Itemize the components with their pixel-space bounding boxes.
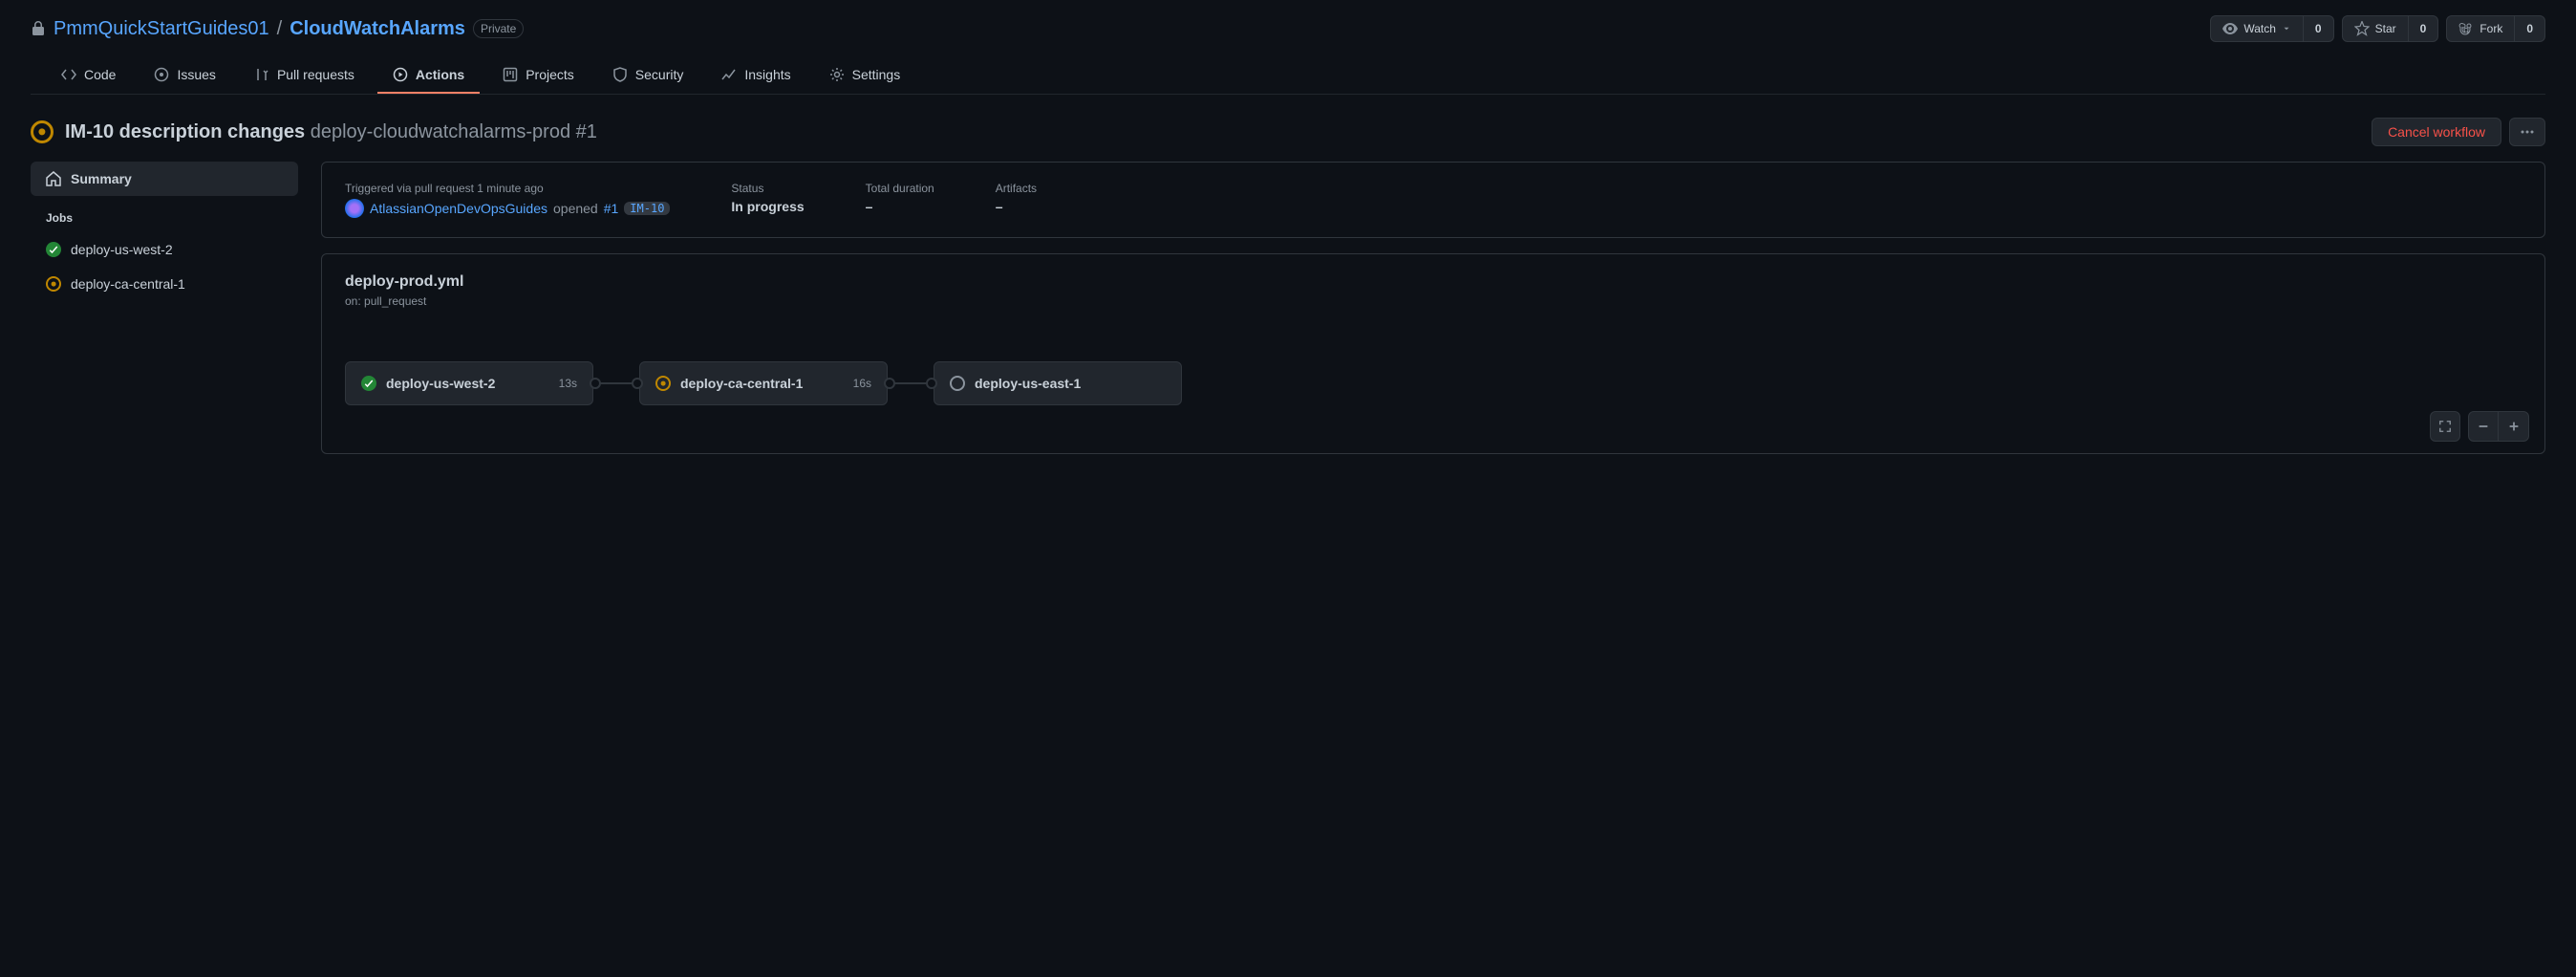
actor-avatar[interactable]	[345, 199, 364, 218]
run-summary-card: Triggered via pull request 1 minute ago …	[321, 162, 2545, 238]
run-sidebar: Summary Jobs deploy-us-west-2 deploy-ca-…	[31, 162, 298, 454]
pr-number-link[interactable]: #1	[604, 201, 619, 216]
duration-label: Total duration	[866, 182, 934, 195]
graph-job-name: deploy-us-west-2	[386, 376, 549, 391]
status-value: In progress	[731, 199, 804, 214]
workflow-on: on: pull_request	[345, 294, 2522, 308]
tab-pulls-label: Pull requests	[277, 67, 354, 82]
tab-security-label: Security	[635, 67, 684, 82]
tab-pulls[interactable]: Pull requests	[239, 57, 370, 94]
tab-projects[interactable]: Projects	[487, 57, 590, 94]
watch-count[interactable]: 0	[2304, 15, 2334, 42]
graph-connector	[593, 382, 639, 384]
graph-connector	[888, 382, 934, 384]
opened-word: opened	[553, 201, 598, 216]
branch-badge[interactable]: IM-10	[624, 202, 670, 215]
gear-icon	[829, 67, 845, 82]
tab-insights[interactable]: Insights	[706, 57, 805, 94]
artifacts-label: Artifacts	[996, 182, 1037, 195]
run-subtitle: deploy-cloudwatchalarms-prod #1	[311, 121, 597, 142]
status-inprogress-icon	[46, 276, 61, 292]
graph-job-time: 16s	[853, 377, 871, 390]
status-success-icon	[46, 242, 61, 257]
sidebar-job-deploy-us-west-2[interactable]: deploy-us-west-2	[31, 232, 298, 267]
graph-job-name: deploy-us-east-1	[975, 376, 1156, 391]
zoom-out-button[interactable]	[2468, 411, 2499, 442]
pulls-icon	[254, 67, 269, 82]
watch-label: Watch	[2243, 22, 2276, 35]
eye-icon	[2222, 21, 2238, 36]
plus-icon	[2507, 420, 2521, 433]
watch-button[interactable]: Watch	[2210, 15, 2304, 42]
actions-icon	[393, 67, 408, 82]
star-button[interactable]: Star	[2342, 15, 2409, 42]
status-queued-icon	[950, 376, 965, 391]
fork-label: Fork	[2479, 22, 2502, 35]
workflow-file-title: deploy-prod.yml	[345, 273, 2522, 291]
lock-icon	[31, 21, 46, 36]
tab-actions[interactable]: Actions	[377, 57, 480, 94]
run-title: IM-10 description changes deploy-cloudwa…	[65, 121, 597, 143]
code-icon	[61, 67, 76, 82]
graph-job-deploy-us-east-1[interactable]: deploy-us-east-1	[934, 361, 1182, 405]
status-label: Status	[731, 182, 804, 195]
repo-name-link[interactable]: CloudWatchAlarms	[290, 18, 465, 40]
graph-job-time: 13s	[559, 377, 577, 390]
sidebar-summary[interactable]: Summary	[31, 162, 298, 196]
actor-link[interactable]: AtlassianOpenDevOpsGuides	[370, 201, 547, 216]
duration-value: –	[866, 199, 934, 214]
tab-insights-label: Insights	[744, 67, 790, 82]
shield-icon	[612, 67, 628, 82]
projects-icon	[503, 67, 518, 82]
trigger-label: Triggered via pull request 1 minute ago	[345, 182, 670, 195]
repo-nav: Code Issues Pull requests Actions Projec…	[31, 57, 2545, 95]
sidebar-job-label: deploy-us-west-2	[71, 242, 173, 257]
status-success-icon	[361, 376, 376, 391]
privacy-badge: Private	[473, 19, 524, 38]
repo-action-buttons: Watch 0 Star 0 Fork 0	[2210, 15, 2545, 42]
cancel-workflow-button[interactable]: Cancel workflow	[2372, 118, 2501, 146]
kebab-icon	[2520, 124, 2535, 140]
breadcrumb-separator: /	[277, 18, 283, 40]
fullscreen-icon	[2438, 420, 2452, 433]
workflow-graph: deploy-prod.yml on: pull_request deploy-…	[321, 253, 2545, 454]
status-inprogress-icon	[655, 376, 671, 391]
graph-job-name: deploy-ca-central-1	[680, 376, 844, 391]
run-status-inprogress-icon	[31, 120, 54, 143]
minus-icon	[2477, 420, 2490, 433]
chevron-down-icon	[2282, 24, 2291, 33]
tab-security[interactable]: Security	[597, 57, 699, 94]
run-more-button[interactable]	[2509, 118, 2545, 146]
tab-issues[interactable]: Issues	[139, 57, 230, 94]
artifacts-value: –	[996, 199, 1037, 214]
fullscreen-button[interactable]	[2430, 411, 2460, 442]
graph-job-deploy-ca-central-1[interactable]: deploy-ca-central-1 16s	[639, 361, 888, 405]
tab-actions-label: Actions	[416, 67, 464, 82]
tab-settings-label: Settings	[852, 67, 901, 82]
sidebar-job-deploy-ca-central-1[interactable]: deploy-ca-central-1	[31, 267, 298, 301]
tab-code[interactable]: Code	[46, 57, 131, 94]
tab-settings[interactable]: Settings	[814, 57, 916, 94]
star-label: Star	[2375, 22, 2396, 35]
star-count[interactable]: 0	[2409, 15, 2439, 42]
fork-button[interactable]: Fork	[2446, 15, 2515, 42]
issues-icon	[154, 67, 169, 82]
tab-issues-label: Issues	[177, 67, 215, 82]
tab-projects-label: Projects	[526, 67, 574, 82]
fork-icon	[2458, 21, 2474, 36]
run-title-strong: IM-10 description changes	[65, 121, 305, 142]
fork-count[interactable]: 0	[2515, 15, 2545, 42]
home-icon	[46, 171, 61, 186]
repo-owner-link[interactable]: PmmQuickStartGuides01	[54, 18, 269, 40]
graph-job-deploy-us-west-2[interactable]: deploy-us-west-2 13s	[345, 361, 593, 405]
graph-icon	[721, 67, 737, 82]
sidebar-summary-label: Summary	[71, 171, 132, 186]
sidebar-jobs-header: Jobs	[31, 196, 298, 232]
sidebar-job-label: deploy-ca-central-1	[71, 276, 185, 292]
repo-title: PmmQuickStartGuides01 / CloudWatchAlarms…	[31, 18, 524, 40]
tab-code-label: Code	[84, 67, 116, 82]
zoom-in-button[interactable]	[2499, 411, 2529, 442]
star-icon	[2354, 21, 2370, 36]
